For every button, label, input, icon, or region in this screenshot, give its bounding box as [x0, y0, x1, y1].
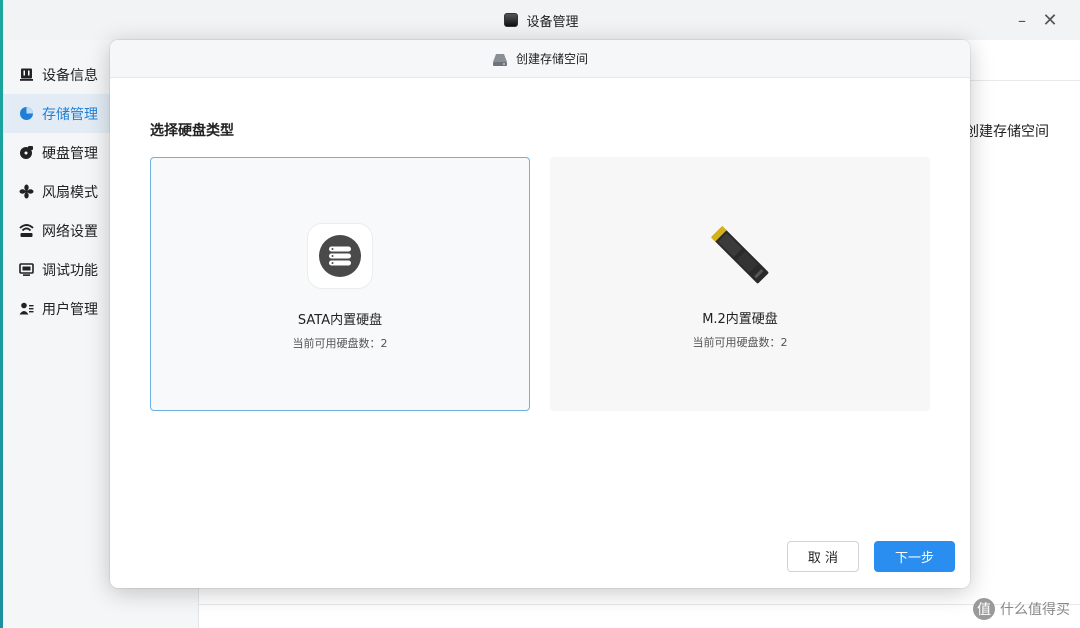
dialog-title: 创建存储空间	[515, 52, 588, 66]
sidebar-item-label: 硬盘管理	[42, 145, 98, 162]
sata-disk-option[interactable]: SATA内置硬盘 当前可用硬盘数：2	[150, 157, 530, 411]
sidebar-item-label: 用户管理	[42, 301, 98, 318]
main-footer-divider	[199, 604, 1080, 605]
minimize-button[interactable]: –	[1010, 8, 1034, 32]
fan-icon	[19, 184, 34, 199]
debug-icon	[19, 262, 34, 277]
next-button[interactable]: 下一步	[874, 541, 955, 572]
close-button[interactable]: ✕	[1038, 8, 1062, 32]
option-name: M.2内置硬盘	[702, 312, 778, 327]
sidebar-item-label: 设备信息	[42, 67, 98, 84]
sidebar-item-label: 存储管理	[42, 106, 98, 123]
device-info-icon	[19, 67, 34, 82]
sata-disk-icon	[308, 224, 372, 288]
storage-pie-icon	[19, 106, 34, 121]
app-icon	[504, 13, 519, 27]
network-icon	[19, 223, 34, 238]
dialog-header: 创建存储空间	[110, 40, 970, 78]
cancel-button[interactable]: 取 消	[787, 541, 859, 572]
storage-drive-icon	[492, 52, 508, 66]
section-title: 选择硬盘类型	[150, 123, 234, 139]
create-storage-link[interactable]: 创建存储空间	[965, 121, 1049, 141]
create-storage-dialog: 创建存储空间 选择硬盘类型 SATA内置硬盘 当前可用硬盘数：2 M.2内置硬盘…	[110, 40, 970, 588]
m2-disk-option[interactable]: M.2内置硬盘 当前可用硬盘数：2	[550, 157, 930, 411]
option-count: 当前可用硬盘数：2	[692, 336, 788, 349]
sidebar-item-label: 风扇模式	[42, 184, 98, 201]
watermark-text: 什么值得买	[1000, 602, 1070, 618]
option-name: SATA内置硬盘	[297, 313, 383, 328]
m2-ssd-icon	[708, 223, 772, 287]
title-bar: 设备管理 – ✕	[3, 0, 1080, 40]
option-count: 当前可用硬盘数：2	[292, 337, 388, 350]
watermark: 值 什么值得买	[973, 598, 1070, 620]
sidebar-item-label: 网络设置	[42, 223, 98, 240]
sidebar-item-label: 调试功能	[42, 262, 98, 279]
disk-icon	[19, 145, 34, 160]
watermark-logo-icon: 值	[973, 598, 995, 620]
users-icon	[19, 301, 34, 316]
window-title: 设备管理	[526, 14, 579, 30]
